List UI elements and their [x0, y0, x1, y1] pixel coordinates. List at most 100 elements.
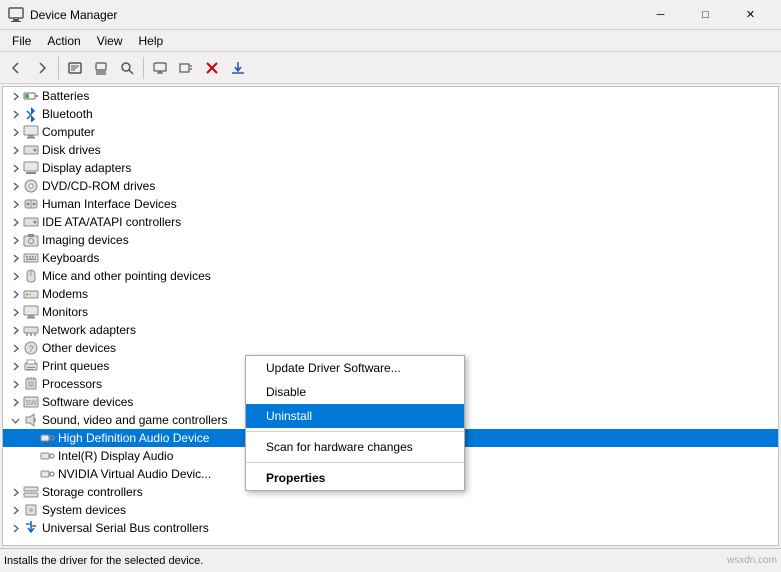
tree-item-bluetooth[interactable]: Bluetooth — [3, 105, 778, 123]
title-bar: Device Manager ─ □ ✕ — [0, 0, 781, 30]
menu-help[interactable]: Help — [131, 32, 172, 50]
item-icon-processors — [23, 376, 39, 392]
item-label-usb-controllers: Universal Serial Bus controllers — [42, 521, 209, 535]
item-label-batteries: Batteries — [42, 89, 89, 103]
expand-arrow-usb-controllers — [7, 520, 23, 536]
item-icon-bluetooth — [23, 106, 39, 122]
toolbar-back-button[interactable] — [4, 56, 28, 80]
context-menu: Update Driver Software...DisableUninstal… — [245, 355, 465, 491]
toolbar-properties-button[interactable] — [63, 56, 87, 80]
expand-arrow-keyboards — [7, 250, 23, 266]
expand-arrow-monitors — [7, 304, 23, 320]
tree-item-usb-controllers[interactable]: Universal Serial Bus controllers — [3, 519, 778, 537]
context-menu-separator — [246, 431, 464, 432]
item-icon-other-devices: ? — [23, 340, 39, 356]
expand-arrow-modems — [7, 286, 23, 302]
toolbar-separator-2 — [143, 57, 144, 79]
expand-arrow-ide-ata — [7, 214, 23, 230]
context-menu-separator — [246, 462, 464, 463]
expand-arrow-disk-drives — [7, 142, 23, 158]
tree-item-disk-drives[interactable]: Disk drives — [3, 141, 778, 159]
item-label-display-adapters: Display adapters — [42, 161, 131, 175]
status-text: Installs the driver for the selected dev… — [4, 555, 203, 567]
expand-arrow-system-devices — [7, 502, 23, 518]
minimize-button[interactable]: ─ — [638, 0, 683, 30]
item-icon-high-def-audio — [39, 430, 55, 446]
expand-arrow-imaging — [7, 232, 23, 248]
window-title: Device Manager — [30, 8, 638, 22]
item-label-dvd-cdrom: DVD/CD-ROM drives — [42, 179, 155, 193]
expand-arrow-print-queues — [7, 358, 23, 374]
maximize-button[interactable]: □ — [683, 0, 728, 30]
toolbar-forward-button[interactable] — [30, 56, 54, 80]
item-icon-display-adapters — [23, 160, 39, 176]
item-icon-batteries — [23, 88, 39, 104]
item-icon-keyboards — [23, 250, 39, 266]
tree-item-monitors[interactable]: Monitors — [3, 303, 778, 321]
item-icon-disk-drives — [23, 142, 39, 158]
item-icon-human-interface — [23, 196, 39, 212]
context-menu-item-uninstall[interactable]: Uninstall — [246, 404, 464, 428]
item-label-human-interface: Human Interface Devices — [42, 197, 177, 211]
item-icon-sound-video — [23, 412, 39, 428]
toolbar-add-legacy-button[interactable] — [174, 56, 198, 80]
tree-item-batteries[interactable]: Batteries — [3, 87, 778, 105]
context-menu-item-disable[interactable]: Disable — [246, 380, 464, 404]
tree-item-display-adapters[interactable]: Display adapters — [3, 159, 778, 177]
tree-item-human-interface[interactable]: Human Interface Devices — [3, 195, 778, 213]
item-icon-dvd-cdrom — [23, 178, 39, 194]
item-label-storage-controllers: Storage controllers — [42, 485, 143, 499]
menu-action[interactable]: Action — [39, 32, 88, 50]
tree-item-computer[interactable]: Computer — [3, 123, 778, 141]
item-label-processors: Processors — [42, 377, 102, 391]
item-label-imaging: Imaging devices — [42, 233, 129, 247]
menu-file[interactable]: File — [4, 32, 39, 50]
expand-arrow-human-interface — [7, 196, 23, 212]
toolbar-download-button[interactable] — [226, 56, 250, 80]
toolbar-uninstall-button[interactable] — [200, 56, 224, 80]
menu-bar: File Action View Help — [0, 30, 781, 52]
tree-item-system-devices[interactable]: System devices — [3, 501, 778, 519]
context-menu-item-properties[interactable]: Properties — [246, 466, 464, 490]
context-menu-item-scan[interactable]: Scan for hardware changes — [246, 435, 464, 459]
item-label-keyboards: Keyboards — [42, 251, 99, 265]
tree-item-ide-ata[interactable]: IDE ATA/ATAPI controllers — [3, 213, 778, 231]
watermark: wsxdn.com — [727, 555, 777, 566]
item-label-system-devices: System devices — [42, 503, 126, 517]
tree-item-dvd-cdrom[interactable]: DVD/CD-ROM drives — [3, 177, 778, 195]
item-icon-imaging — [23, 232, 39, 248]
svg-text:SW: SW — [25, 400, 37, 407]
item-icon-system-devices — [23, 502, 39, 518]
tree-item-network-adapters[interactable]: Network adapters — [3, 321, 778, 339]
item-icon-ide-ata — [23, 214, 39, 230]
item-label-mice: Mice and other pointing devices — [42, 269, 211, 283]
close-button[interactable]: ✕ — [728, 0, 773, 30]
window-controls: ─ □ ✕ — [638, 0, 773, 30]
item-icon-computer — [23, 124, 39, 140]
item-label-modems: Modems — [42, 287, 88, 301]
tree-item-imaging[interactable]: Imaging devices — [3, 231, 778, 249]
expand-arrow-storage-controllers — [7, 484, 23, 500]
tree-item-modems[interactable]: Modems — [3, 285, 778, 303]
item-label-print-queues: Print queues — [42, 359, 109, 373]
item-icon-mice — [23, 268, 39, 284]
tree-item-mice[interactable]: Mice and other pointing devices — [3, 267, 778, 285]
item-icon-storage-controllers — [23, 484, 39, 500]
item-icon-modems — [23, 286, 39, 302]
item-label-disk-drives: Disk drives — [42, 143, 101, 157]
svg-text:?: ? — [28, 344, 33, 354]
context-menu-item-update-driver[interactable]: Update Driver Software... — [246, 356, 464, 380]
expand-arrow-display-adapters — [7, 160, 23, 176]
toolbar-scan-button[interactable] — [115, 56, 139, 80]
item-icon-print-queues — [23, 358, 39, 374]
item-label-nvidia-virtual: NVIDIA Virtual Audio Devic... — [58, 467, 211, 481]
item-label-high-def-audio: High Definition Audio Device — [58, 431, 209, 445]
item-label-computer: Computer — [42, 125, 95, 139]
menu-view[interactable]: View — [89, 32, 131, 50]
toolbar-update-driver-button[interactable] — [89, 56, 113, 80]
tree-item-keyboards[interactable]: Keyboards — [3, 249, 778, 267]
toolbar-device-mgr-button[interactable] — [148, 56, 172, 80]
item-icon-network-adapters — [23, 322, 39, 338]
item-label-monitors: Monitors — [42, 305, 88, 319]
item-label-sound-video: Sound, video and game controllers — [42, 413, 227, 427]
